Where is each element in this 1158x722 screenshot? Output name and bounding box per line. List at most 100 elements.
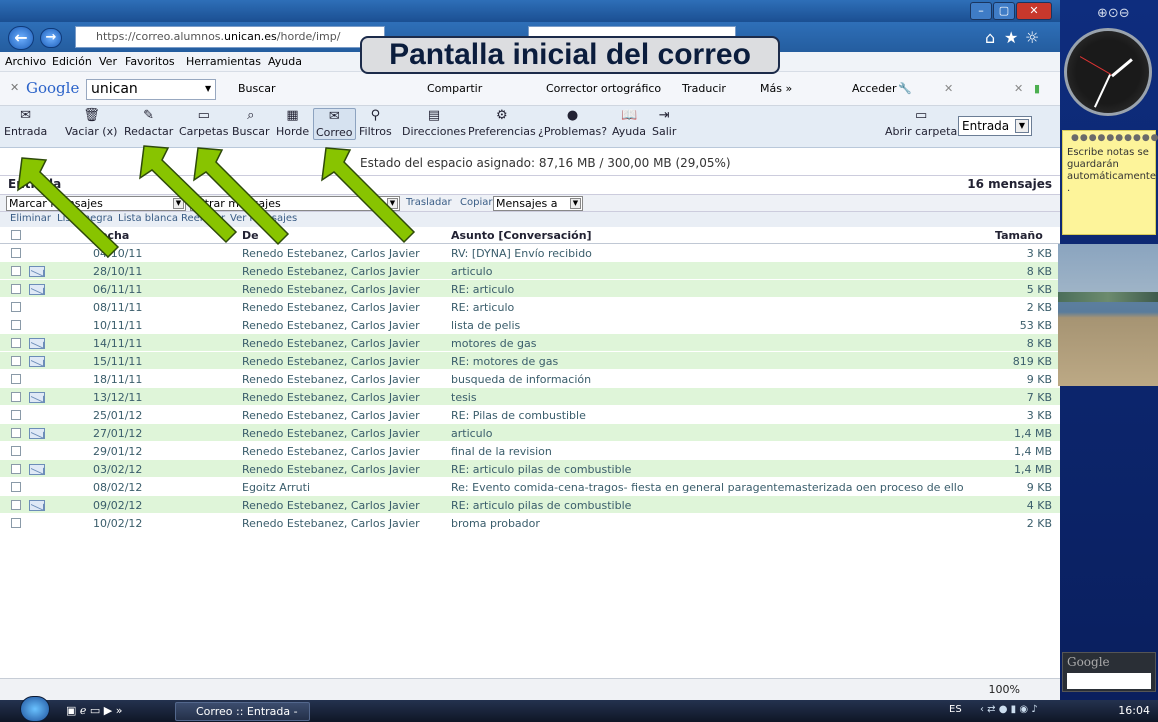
message-from[interactable]: Renedo Estebanez, Carlos Javier [242,265,420,278]
message-from[interactable]: Renedo Estebanez, Carlos Javier [242,319,420,332]
message-subject[interactable]: RE: articulo pilas de combustible [451,499,631,512]
toolbar-redactar[interactable]: ✎ Redactar [124,108,173,138]
message-checkbox[interactable] [11,428,21,438]
close-icon-2[interactable]: ✕ [1014,82,1023,95]
message-from[interactable]: Renedo Estebanez, Carlos Javier [242,337,420,350]
traducir-button[interactable]: Traducir [682,82,726,95]
column-date[interactable]: Fecha [93,229,129,242]
google-search-input[interactable]: unican [86,79,216,100]
gadget-controls-icon[interactable]: ⊕⊙⊖ [1097,6,1130,21]
toolbar-carpetas[interactable]: ▭ Carpetas [179,108,228,138]
open-folder-button[interactable]: ▭ Abrir carpeta [885,108,957,138]
message-from[interactable]: Renedo Estebanez, Carlos Javier [242,355,420,368]
menu-ayuda[interactable]: Ayuda [268,55,302,68]
message-subject[interactable]: broma probador [451,517,540,530]
message-subject[interactable]: Re: Evento comida-cena-tragos- fiesta en… [451,481,964,494]
message-checkbox[interactable] [11,392,21,402]
message-subject[interactable]: final de la revision [451,445,552,458]
message-subject[interactable]: articulo [451,427,492,440]
table-row[interactable]: 29/01/12 Renedo Estebanez, Carlos Javier f… [0,442,1060,460]
menu-edicion[interactable]: Edición [52,55,92,68]
message-checkbox[interactable] [11,464,21,474]
message-from[interactable]: Renedo Estebanez, Carlos Javier [242,301,420,314]
message-checkbox[interactable] [11,266,21,276]
language-indicator[interactable]: ES [949,704,962,715]
table-row[interactable]: 08/02/12 Egoitz Arruti Re: Evento comida-c… [0,478,1060,496]
message-checkbox[interactable] [11,446,21,456]
start-button[interactable] [20,696,50,722]
google-bar-close-icon[interactable]: ✕ [10,81,19,94]
message-from[interactable]: Renedo Estebanez, Carlos Javier [242,391,420,404]
dropdown-icon[interactable]: ▼ [205,84,211,93]
menu-favoritos[interactable]: Favoritos [125,55,175,68]
column-subject[interactable]: Asunto [Conversación] [451,229,592,242]
table-row[interactable]: 09/02/12 Renedo Estebanez, Carlos Javier R… [0,496,1060,514]
filter-messages-select[interactable]: Filtrar mensajes ▼ [190,196,400,211]
select-all-checkbox[interactable] [11,230,21,240]
move-button[interactable]: Trasladar [406,197,452,208]
toolbar-problemas[interactable]: ● ¿Problemas? [538,108,607,138]
toolbar-vaciar[interactable]: 🗑 Vaciar (x) [65,108,117,138]
forward-icon[interactable]: → [40,28,62,48]
gear-icon[interactable]: ☼ [1025,28,1039,47]
message-from[interactable]: Renedo Estebanez, Carlos Javier [242,499,420,512]
message-checkbox[interactable] [11,374,21,384]
close-button[interactable]: ✕ [1016,2,1052,20]
back-icon[interactable]: ← [8,26,34,50]
table-row[interactable]: 04/10/11 Renedo Estebanez, Carlos Javier R… [0,244,1060,262]
message-from[interactable]: Renedo Estebanez, Carlos Javier [242,427,420,440]
buscar-button[interactable]: Buscar [238,82,276,95]
mas-button[interactable]: Más » [760,82,792,95]
message-from[interactable]: Renedo Estebanez, Carlos Javier [242,247,420,260]
message-subject[interactable]: tesis [451,391,477,404]
toolbar-direcciones[interactable]: ▤ Direcciones [402,108,466,138]
menu-herramientas[interactable]: Herramientas [186,55,261,68]
message-checkbox[interactable] [11,410,21,420]
message-subject[interactable]: RE: articulo [451,283,514,296]
acceder-button[interactable]: Acceder [852,82,896,95]
table-row[interactable]: 27/01/12 Renedo Estebanez, Carlos Javier a… [0,424,1060,442]
message-checkbox[interactable] [11,518,21,528]
message-subject[interactable]: RE: motores de gas [451,355,558,368]
message-from[interactable]: Renedo Estebanez, Carlos Javier [242,373,420,386]
message-from[interactable]: Renedo Estebanez, Carlos Javier [242,283,420,296]
message-checkbox[interactable] [11,302,21,312]
toolbar-salir[interactable]: ⇥ Salir [652,108,676,138]
action-lista-negra[interactable]: Lista negra [57,213,113,224]
action-ver-mensajes[interactable]: Ver mensajes [230,213,297,224]
table-row[interactable]: 25/01/12 Renedo Estebanez, Carlos Javier R… [0,406,1060,424]
quicklaunch-icons[interactable]: ▣ ℯ ▭ ▶ » [66,704,122,717]
table-row[interactable]: 28/10/11 Renedo Estebanez, Carlos Javier a… [0,262,1060,280]
taskbar-clock[interactable]: 16:04 [1118,704,1150,717]
message-checkbox[interactable] [11,482,21,492]
menu-ver[interactable]: Ver [99,55,117,68]
message-checkbox[interactable] [11,248,21,258]
message-subject[interactable]: RV: [DYNA] Envío recibido [451,247,592,260]
action-reenviar[interactable]: Reenviar [181,213,225,224]
message-subject[interactable]: RE: articulo pilas de combustible [451,463,631,476]
corrector-button[interactable]: Corrector ortográfico [546,82,661,95]
message-subject[interactable]: busqueda de información [451,373,591,386]
table-row[interactable]: 18/11/11 Renedo Estebanez, Carlos Javier b… [0,370,1060,388]
table-row[interactable]: 08/11/11 Renedo Estebanez, Carlos Javier R… [0,298,1060,316]
table-row[interactable]: 14/11/11 Renedo Estebanez, Carlos Javier m… [0,334,1060,352]
toolbar-entrada[interactable]: ✉ Entrada [4,108,47,138]
table-row[interactable]: 10/02/12 Renedo Estebanez, Carlos Javier b… [0,514,1060,532]
toolbar-horde[interactable]: ▦ Horde [276,108,309,138]
message-from[interactable]: Egoitz Arruti [242,481,310,494]
minimize-button[interactable]: – [970,2,992,20]
table-row[interactable]: 03/02/12 Renedo Estebanez, Carlos Javier R… [0,460,1060,478]
message-checkbox[interactable] [11,320,21,330]
table-row[interactable]: 15/11/11 Renedo Estebanez, Carlos Javier R… [0,352,1060,370]
zoom-level[interactable]: 100% [989,683,1020,696]
message-subject[interactable]: RE: Pilas de combustible [451,409,586,422]
star-icon[interactable]: ★ [1004,28,1018,47]
column-from[interactable]: De [242,229,259,242]
url-input[interactable]: https://correo.alumnos.unican.es/horde/i… [75,26,385,48]
column-size[interactable]: Tamaño [995,229,1043,242]
message-checkbox[interactable] [11,500,21,510]
message-checkbox[interactable] [11,284,21,294]
mark-messages-select[interactable]: Marcar mensajes ▼ [6,196,186,211]
toolbar-correo[interactable]: ✉ Correo [313,108,356,140]
maximize-button[interactable]: ▢ [993,2,1015,20]
